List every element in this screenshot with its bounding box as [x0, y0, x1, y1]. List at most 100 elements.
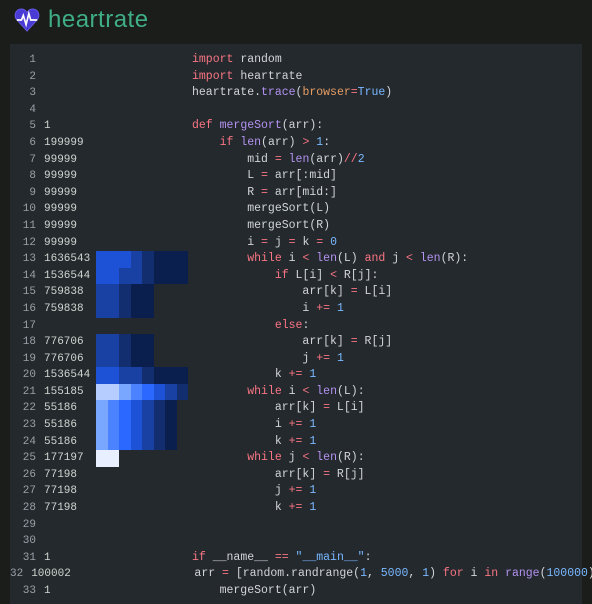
code-row[interactable]: 2877198 k += 1 [10, 500, 582, 517]
code-row[interactable]: 999999 R = arr[mid:] [10, 185, 582, 202]
code-row[interactable]: 2355186 i += 1 [10, 417, 582, 434]
heat-bar [96, 417, 188, 434]
code-row[interactable]: 3heartrate.trace(browser=True) [10, 85, 582, 102]
heat-bar [96, 135, 188, 152]
code-text: L = arr[:mid] [188, 168, 337, 185]
code-row[interactable]: 131636543 while i < len(L) and j < len(R… [10, 251, 582, 268]
hit-count: 77198 [44, 483, 96, 500]
line-number: 4 [10, 102, 44, 119]
line-number: 10 [10, 201, 44, 218]
hit-count: 99999 [44, 218, 96, 235]
code-row[interactable]: 2677198 arr[k] = R[j] [10, 467, 582, 484]
heat-bar [96, 384, 188, 401]
hit-count: 199999 [44, 135, 96, 152]
code-row[interactable]: 4 [10, 102, 582, 119]
code-row[interactable]: 1099999 mergeSort(L) [10, 201, 582, 218]
hit-count: 99999 [44, 235, 96, 252]
hit-count: 1 [44, 550, 96, 567]
code-row[interactable]: 15759838 arr[k] = L[i] [10, 284, 582, 301]
hit-count: 99999 [44, 201, 96, 218]
code-row[interactable]: 19776706 j += 1 [10, 351, 582, 368]
code-text: arr = [random.randrange(1, 5000, 1) for … [163, 566, 592, 583]
code-row[interactable]: 2import heartrate [10, 69, 582, 86]
code-text: import random [188, 52, 282, 69]
heat-bar [96, 152, 188, 169]
hit-count: 100002 [31, 566, 71, 583]
code-text: i += 1 [188, 301, 344, 318]
code-row[interactable]: 1199999 mergeSort(R) [10, 218, 582, 235]
line-number: 21 [10, 384, 44, 401]
code-row[interactable]: 32100002 arr = [random.randrange(1, 5000… [10, 566, 582, 583]
code-text: arr[k] = R[j] [188, 334, 392, 351]
hit-count: 99999 [44, 185, 96, 202]
line-number: 30 [10, 533, 44, 550]
line-number: 6 [10, 135, 44, 152]
line-number: 28 [10, 500, 44, 517]
code-row[interactable]: 21155185 while i < len(L): [10, 384, 582, 401]
line-number: 9 [10, 185, 44, 202]
code-row[interactable]: 311if __name__ == "__main__": [10, 550, 582, 567]
heat-bar [96, 168, 188, 185]
heat-bar [96, 318, 188, 335]
hit-count: 1 [44, 118, 96, 135]
code-text: while i < len(L) and j < len(R): [188, 251, 468, 268]
code-text: mergeSort(L) [188, 201, 330, 218]
code-row[interactable]: 51def mergeSort(arr): [10, 118, 582, 135]
code-row[interactable]: 2255186 arr[k] = L[i] [10, 400, 582, 417]
code-text: mid = len(arr)//2 [188, 152, 365, 169]
heat-bar [96, 268, 188, 285]
line-number: 22 [10, 400, 44, 417]
heat-bar [96, 301, 188, 318]
code-text: mergeSort(R) [188, 218, 330, 235]
hit-count: 776706 [44, 334, 96, 351]
code-text: k += 1 [188, 500, 316, 517]
code-row[interactable]: 25177197 while j < len(R): [10, 450, 582, 467]
heat-bar [96, 201, 188, 218]
hit-count: 776706 [44, 351, 96, 368]
code-row[interactable]: 30 [10, 533, 582, 550]
code-row[interactable]: 2777198 j += 1 [10, 483, 582, 500]
code-text: import heartrate [188, 69, 302, 86]
heat-bar [96, 251, 188, 268]
code-row[interactable]: 16759838 i += 1 [10, 301, 582, 318]
line-number: 3 [10, 85, 44, 102]
code-row[interactable]: 899999 L = arr[:mid] [10, 168, 582, 185]
code-row[interactable]: 6199999 if len(arr) > 1: [10, 135, 582, 152]
line-number: 18 [10, 334, 44, 351]
code-row[interactable]: 201536544 k += 1 [10, 367, 582, 384]
code-text: R = arr[mid:] [188, 185, 337, 202]
code-text: arr[k] = R[j] [188, 467, 365, 484]
hit-count: 55186 [44, 417, 96, 434]
hit-count: 1536544 [44, 367, 96, 384]
code-row[interactable]: 799999 mid = len(arr)//2 [10, 152, 582, 169]
code-row[interactable]: 17 else: [10, 318, 582, 335]
line-number: 33 [10, 583, 44, 600]
code-row[interactable]: 1import random [10, 52, 582, 69]
heat-bar [96, 500, 188, 517]
code-row[interactable]: 2455186 k += 1 [10, 434, 582, 451]
code-text: if len(arr) > 1: [188, 135, 330, 152]
code-row[interactable]: 18776706 arr[k] = R[j] [10, 334, 582, 351]
heat-bar [96, 351, 188, 368]
line-number: 24 [10, 434, 44, 451]
hit-count: 55186 [44, 434, 96, 451]
code-row[interactable]: 29 [10, 517, 582, 534]
code-text: arr[k] = L[i] [188, 400, 365, 417]
heat-bar [96, 185, 188, 202]
code-row[interactable]: 331 mergeSort(arr) [10, 583, 582, 600]
code-viewer[interactable]: 1import random2import heartrate3heartrat… [10, 44, 582, 604]
line-number: 25 [10, 450, 44, 467]
heat-bar [96, 450, 188, 467]
app-header: heartrate [0, 0, 592, 44]
code-text: while j < len(R): [188, 450, 365, 467]
code-row[interactable]: 1299999 i = j = k = 0 [10, 235, 582, 252]
heat-bar [71, 566, 163, 583]
hit-count: 155185 [44, 384, 96, 401]
line-number: 7 [10, 152, 44, 169]
line-number: 14 [10, 268, 44, 285]
code-text: j += 1 [188, 483, 316, 500]
hit-count: 177197 [44, 450, 96, 467]
hit-count: 1636543 [44, 251, 96, 268]
code-row[interactable]: 141536544 if L[i] < R[j]: [10, 268, 582, 285]
line-number: 8 [10, 168, 44, 185]
